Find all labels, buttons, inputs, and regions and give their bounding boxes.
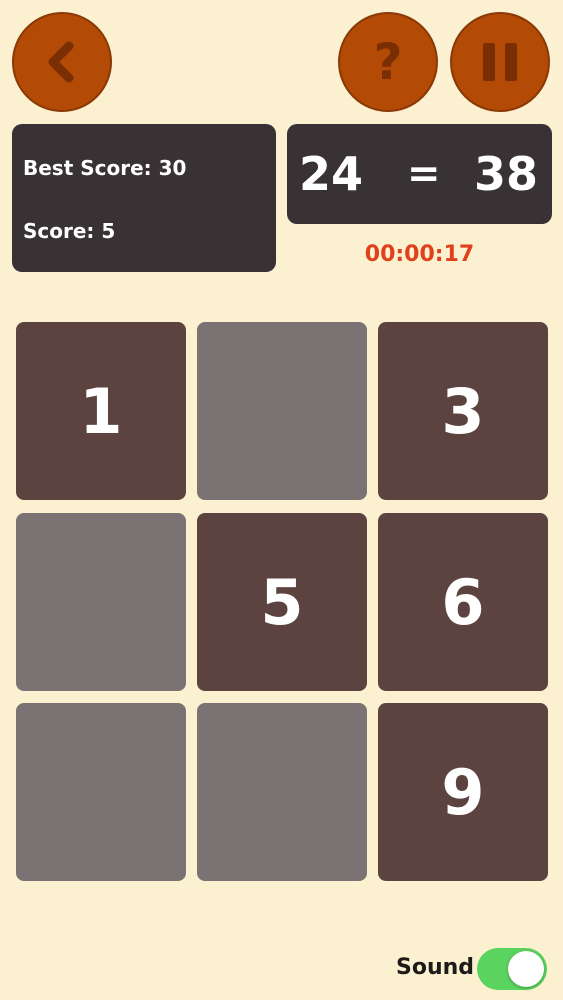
back-button[interactable]	[12, 12, 112, 112]
tile-9[interactable]: 9	[378, 703, 548, 881]
equation-panel: 24 = 38	[287, 124, 552, 224]
tile-3[interactable]: 3	[378, 322, 548, 500]
tile-1[interactable]: 1	[16, 322, 186, 500]
timer: 00:00:17	[364, 242, 475, 267]
sound-toggle[interactable]	[477, 948, 547, 990]
tile-7[interactable]	[16, 703, 186, 881]
tile-8[interactable]	[197, 703, 367, 881]
pause-button[interactable]	[450, 12, 550, 112]
current-score: Score: 5	[23, 219, 116, 243]
equation-equals-sign: =	[407, 151, 441, 197]
tile-2[interactable]	[197, 322, 367, 500]
pause-icon	[478, 43, 522, 81]
tile-4[interactable]	[16, 513, 186, 691]
equation-target: 38	[473, 147, 538, 201]
help-button[interactable]: ?	[338, 12, 438, 112]
chevron-left-icon	[48, 41, 74, 83]
equation-current-sum: 24	[299, 147, 364, 201]
question-icon: ?	[373, 33, 403, 91]
sound-label: Sound	[396, 955, 475, 980]
score-panel: Best Score: 30 Score: 5	[12, 124, 276, 272]
tile-6[interactable]: 6	[378, 513, 548, 691]
toggle-knob	[508, 951, 544, 987]
tile-5[interactable]: 5	[197, 513, 367, 691]
best-score: Best Score: 30	[23, 156, 187, 180]
